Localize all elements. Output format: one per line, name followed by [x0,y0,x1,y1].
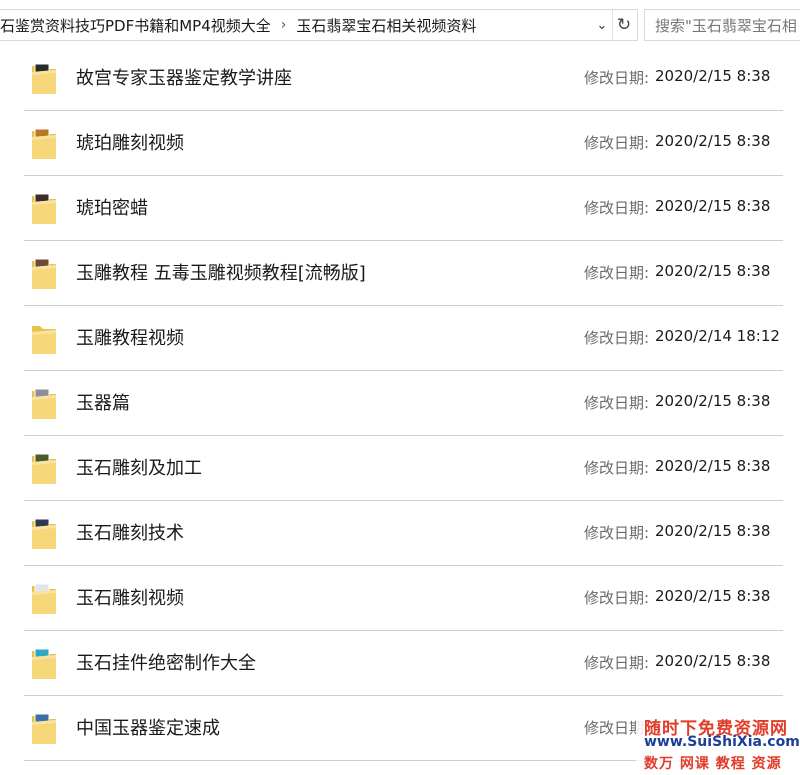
file-name: 玉雕教程视频 [76,328,184,349]
chevron-down-icon[interactable]: ⌄ [593,10,611,40]
modified-label: 修改日期: [584,199,650,217]
file-row[interactable]: 玉石雕刻视频 修改日期: 2020/2/15 8:38 [24,566,783,631]
modified-label: 修改日期: [584,589,650,607]
file-name: 玉石挂件绝密制作大全 [76,653,256,674]
modified-label: 修改日期: [584,524,650,542]
explorer-toolbar: 石鉴赏资料技巧PDF书籍和MP4视频大全 › 玉石翡翠宝石相关视频资料 ⌄ ↻ … [0,0,800,46]
folder-video-icon [30,515,58,551]
modified-date: 2020/2/15 8:38 [655,457,771,475]
folder-icon [30,320,58,356]
modified-date: 2020/2/15 8:38 [655,522,771,540]
modified-label: 修改日期: [584,264,650,282]
modified-date: 2020/2/14 18:12 [655,327,780,345]
modified-date: 2020/2/15 8:38 [655,197,771,215]
file-row[interactable]: 玉石挂件绝密制作大全 修改日期: 2020/2/15 8:38 [24,631,783,696]
file-name: 玉石雕刻及加工 [76,458,202,479]
watermark-line-2: www.SuiShiXia.com [644,734,800,750]
modified-date: 2020/2/15 8:38 [655,67,771,85]
file-row[interactable]: 玉石雕刻技术 修改日期: 2020/2/15 8:38 [24,501,783,566]
watermark: 随时下免费资源网 www.SuiShiXia.com 数万 网课 教程 资源 [636,712,800,775]
modified-label: 修改日期: [584,329,650,347]
modified-label: 修改日期: [584,654,650,672]
file-name: 琥珀密蜡 [76,198,148,219]
folder-video-icon [30,255,58,291]
breadcrumb-separator-icon: › [280,17,287,33]
file-row[interactable]: 玉雕教程 五毒玉雕视频教程[流畅版] 修改日期: 2020/2/15 8:38 [24,241,783,306]
file-name: 玉石雕刻技术 [76,523,184,544]
modified-date: 2020/2/15 8:38 [655,587,771,605]
modified-label: 修改日期: [584,394,650,412]
watermark-line-3: 数万 网课 教程 资源 [644,756,782,772]
modified-date: 2020/2/15 8:38 [655,652,771,670]
breadcrumb-parent[interactable]: 石鉴赏资料技巧PDF书籍和MP4视频大全 [0,15,277,36]
folder-doc-icon [30,580,58,616]
file-row[interactable]: 玉器篇 修改日期: 2020/2/15 8:38 [24,371,783,436]
file-name: 琥珀雕刻视频 [76,133,184,154]
file-name: 玉器篇 [76,393,130,414]
folder-video-icon [30,190,58,226]
refresh-icon[interactable]: ↻ [612,10,635,40]
file-row[interactable]: 玉雕教程视频 修改日期: 2020/2/14 18:12 [24,306,783,371]
modified-date: 2020/2/15 8:38 [655,392,771,410]
file-name: 中国玉器鉴定速成 [76,718,220,739]
file-row[interactable]: 玉石雕刻及加工 修改日期: 2020/2/15 8:38 [24,436,783,501]
file-name: 玉雕教程 五毒玉雕视频教程[流畅版] [76,263,366,284]
file-name: 玉石雕刻视频 [76,588,184,609]
modified-label: 修改日期: [584,459,650,477]
search-input[interactable]: 搜索"玉石翡翠宝石相 [644,9,800,41]
folder-video-icon [30,645,58,681]
address-bar[interactable]: 石鉴赏资料技巧PDF书籍和MP4视频大全 › 玉石翡翠宝石相关视频资料 ⌄ ↻ [0,9,638,41]
modified-label: 修改日期: [584,69,650,87]
modified-label: 修改日期: [584,134,650,152]
file-row[interactable]: 故宫专家玉器鉴定教学讲座 修改日期: 2020/2/15 8:38 [24,46,783,111]
file-row[interactable]: 琥珀雕刻视频 修改日期: 2020/2/15 8:38 [24,111,783,176]
modified-date: 2020/2/15 8:38 [655,262,771,280]
modified-date: 2020/2/15 8:38 [655,132,771,150]
folder-video-icon [30,125,58,161]
folder-image-icon [30,385,58,421]
folder-video-icon [30,450,58,486]
breadcrumb-current[interactable]: 玉石翡翠宝石相关视频资料 [290,15,482,36]
file-list: 故宫专家玉器鉴定教学讲座 修改日期: 2020/2/15 8:38 琥珀雕刻视频 修改日… [0,46,800,761]
folder-video-icon [30,60,58,96]
file-row[interactable]: 琥珀密蜡 修改日期: 2020/2/15 8:38 [24,176,783,241]
folder-doc-icon [30,710,58,746]
file-name: 故宫专家玉器鉴定教学讲座 [76,68,292,89]
